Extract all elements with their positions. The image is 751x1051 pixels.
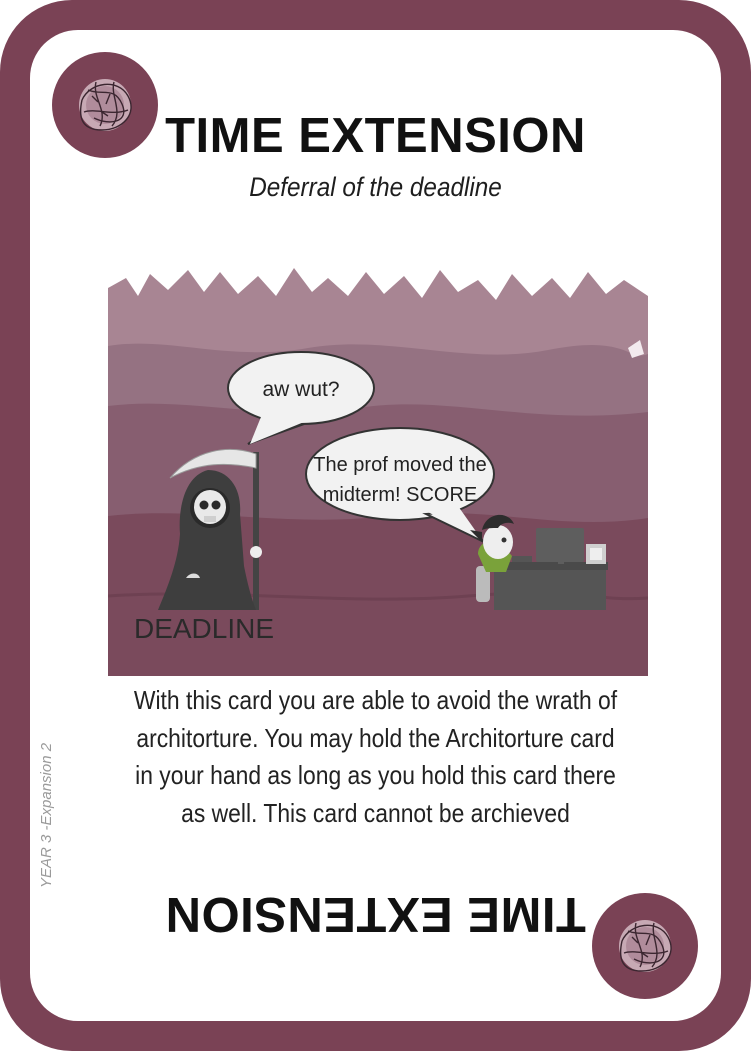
speech-bubble-bottom-line1: The prof moved the [313,454,486,476]
speech-bubble-bottom-line2: midterm! SCORE [323,484,477,506]
corner-emblem-bottom [592,893,698,999]
deadline-label: DEADLINE [134,613,274,644]
card-illustration: aw wut? The prof moved the midterm! SCOR… [107,266,649,676]
scribble-ball-icon [619,920,672,972]
card-subtitle: Deferral of the deadline [249,172,502,202]
speech-bubble-top-text: aw wut? [262,378,339,401]
card: TIME EXTENSION Deferral of the deadline … [30,30,721,1021]
card-title: TIME EXTENSION [165,109,586,163]
edition-label: YEAR 3 -Expansion 2 [38,742,55,888]
card-body-text: With this card you are able to avoid the… [133,685,618,828]
